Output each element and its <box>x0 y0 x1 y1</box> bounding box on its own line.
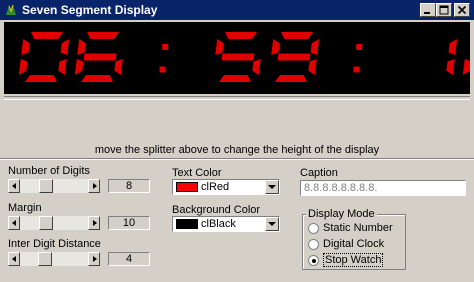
increase-button[interactable] <box>88 179 100 193</box>
segment-a <box>281 32 313 39</box>
segment-f <box>21 39 30 55</box>
segment-a <box>87 32 119 39</box>
segment-d <box>81 75 113 82</box>
chevron-down-icon <box>268 222 276 226</box>
number-of-digits-trackbar[interactable] <box>8 179 100 193</box>
segment-d <box>25 75 57 82</box>
track[interactable] <box>20 216 88 230</box>
segment-f <box>215 39 224 55</box>
arrow-right-icon <box>93 183 97 189</box>
segment-a <box>225 32 257 39</box>
arrow-right-icon <box>93 256 97 262</box>
decrease-button[interactable] <box>8 216 20 230</box>
radio-label: Static Number <box>323 222 393 234</box>
colon-dot <box>162 44 169 50</box>
number-of-digits-label: Number of Digits <box>8 165 90 177</box>
track[interactable] <box>20 252 88 266</box>
slider-thumb[interactable] <box>38 252 52 266</box>
segment-c <box>446 59 455 75</box>
text-color-label: Text Color <box>172 167 222 179</box>
radio-label: Digital Clock <box>323 238 385 250</box>
radio-button[interactable] <box>308 255 319 266</box>
decrease-button[interactable] <box>8 252 20 266</box>
segment-e <box>18 59 28 75</box>
caption-input[interactable]: 8.8.8.8.8.8.8.8. <box>300 180 466 196</box>
background-color-label: Background Color <box>172 204 261 216</box>
segment-g <box>221 53 255 61</box>
dropdown-button[interactable] <box>265 217 279 231</box>
radio-button[interactable] <box>308 239 319 250</box>
segment-c <box>58 59 67 75</box>
radio-label: Stop Watch <box>323 253 384 267</box>
maximize-icon <box>439 5 449 15</box>
arrow-right-icon <box>93 220 97 226</box>
arrow-left-icon <box>12 220 16 226</box>
seven-segment-digits <box>18 32 474 82</box>
panel-divider <box>0 158 474 160</box>
decrease-button[interactable] <box>8 179 20 193</box>
segment-b <box>448 39 458 55</box>
segment-c <box>308 59 317 75</box>
close-icon <box>457 5 467 15</box>
segment-d <box>275 75 307 82</box>
margin-trackbar[interactable] <box>8 216 100 230</box>
segment-c <box>252 59 261 75</box>
radio-button[interactable] <box>308 223 319 234</box>
app-icon <box>6 4 16 15</box>
inter-digit-distance-value: 4 <box>108 252 150 266</box>
inter-digit-distance-label: Inter Digit Distance <box>8 238 101 250</box>
arrow-left-icon <box>12 256 16 262</box>
display-mode-label: Display Mode <box>306 208 377 220</box>
colon-dot <box>353 66 360 73</box>
background-color-select[interactable]: clBlack <box>172 216 280 232</box>
number-of-digits-value: 8 <box>108 179 150 193</box>
segment-e <box>462 59 472 75</box>
color-swatch <box>176 182 198 192</box>
radio-selected-dot <box>312 259 316 263</box>
caption-label: Caption <box>300 167 338 179</box>
text-color-value: clRed <box>201 181 230 193</box>
segment-c <box>114 59 123 75</box>
margin-value: 10 <box>108 216 150 230</box>
dropdown-button[interactable] <box>265 180 279 194</box>
slider-thumb[interactable] <box>39 216 53 230</box>
window-title: Seven Segment Display <box>22 3 158 17</box>
increase-button[interactable] <box>88 252 100 266</box>
color-swatch <box>176 219 198 229</box>
display-splitter[interactable] <box>4 96 470 100</box>
segment-b <box>310 39 320 55</box>
margin-label: Margin <box>8 202 42 214</box>
arrow-left-icon <box>12 183 16 189</box>
inter-digit-distance-trackbar[interactable] <box>8 252 100 266</box>
segment-f <box>271 39 280 55</box>
track[interactable] <box>20 179 88 193</box>
segment-a <box>31 32 63 39</box>
segment-f <box>77 39 86 55</box>
segment-d <box>469 75 474 82</box>
segment-g <box>83 53 117 61</box>
seven-segment-display <box>4 22 474 94</box>
increase-button[interactable] <box>88 216 100 230</box>
text-color-select[interactable]: clRed <box>172 179 280 195</box>
segment-b <box>60 39 70 55</box>
splitter-hint: move the splitter above to change the he… <box>94 144 380 156</box>
background-color-value: clBlack <box>201 218 236 230</box>
title-bar[interactable]: Seven Segment Display <box>0 0 474 20</box>
minimize-button[interactable] <box>420 3 436 17</box>
close-button[interactable] <box>454 3 470 17</box>
colon-dot <box>159 66 166 73</box>
segment-d <box>219 75 251 82</box>
maximize-button[interactable] <box>436 3 452 17</box>
segment-g <box>277 53 311 61</box>
slider-thumb[interactable] <box>39 179 53 193</box>
chevron-down-icon <box>268 185 276 189</box>
minimize-icon <box>424 12 430 14</box>
colon-dot <box>356 44 363 50</box>
segment-e <box>74 59 84 75</box>
